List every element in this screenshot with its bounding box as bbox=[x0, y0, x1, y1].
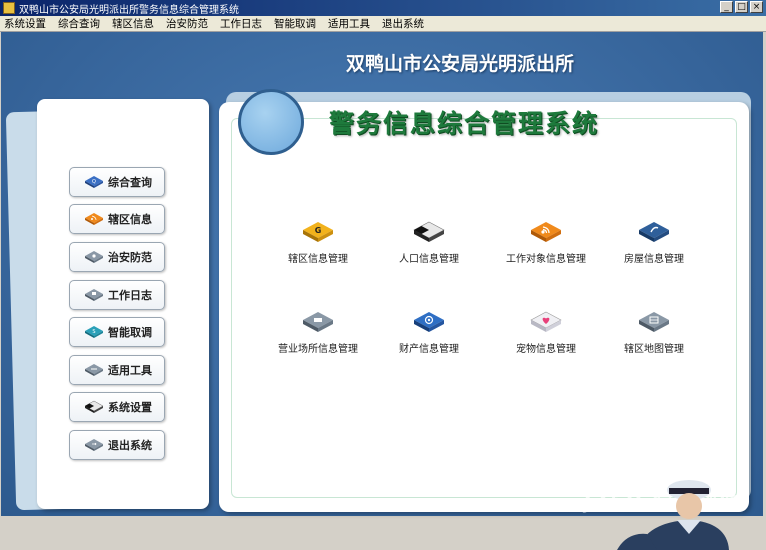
sidebar-item-general-query[interactable]: Q 综合查询 bbox=[69, 167, 165, 197]
sidebar-item-label: 综合查询 bbox=[108, 176, 152, 189]
window-title: 双鸭山市公安局光明派出所警务信息综合管理系统 bbox=[19, 4, 239, 16]
menu-bar: 系统设置 综合查询 辖区信息 治安防范 工作日志 智能取调 适用工具 退出系统 bbox=[0, 16, 766, 32]
module-label: 人口信息管理 bbox=[399, 254, 459, 265]
settings-icon bbox=[84, 400, 104, 414]
map-icon bbox=[637, 310, 671, 334]
tools-icon bbox=[84, 363, 104, 377]
sidebar-item-label: 系统设置 bbox=[108, 401, 152, 414]
security-icon bbox=[84, 250, 104, 264]
system-title: 警务信息综合管理系统 bbox=[329, 109, 600, 138]
window-controls: _ □ × bbox=[720, 1, 763, 13]
module-label: 营业场所信息管理 bbox=[278, 344, 358, 355]
menu-district-info[interactable]: 辖区信息 bbox=[106, 16, 160, 31]
svg-text:G: G bbox=[315, 226, 322, 235]
menu-work-log[interactable]: 工作日志 bbox=[214, 16, 268, 31]
app-icon bbox=[3, 2, 15, 14]
pet-icon bbox=[529, 310, 563, 334]
smart-icon: S bbox=[84, 325, 104, 339]
property-icon bbox=[412, 310, 446, 334]
module-label: 房屋信息管理 bbox=[624, 254, 684, 265]
module-label: 财产信息管理 bbox=[399, 344, 459, 355]
module-district-map[interactable]: 辖区地图管理 bbox=[599, 310, 709, 360]
module-label: 工作对象信息管理 bbox=[506, 254, 586, 265]
sidebar-item-label: 工作日志 bbox=[108, 289, 152, 302]
maximize-button[interactable]: □ bbox=[735, 1, 748, 13]
menu-general-query[interactable]: 综合查询 bbox=[52, 16, 106, 31]
district-icon: G bbox=[301, 220, 335, 244]
module-population-info[interactable]: 人口信息管理 bbox=[374, 220, 484, 270]
log-icon bbox=[84, 288, 104, 302]
main-area: 双鸭山市公安局光明派出所 Q 综合查询 辖区信息 治安防范 工作日志 S 智能取… bbox=[1, 32, 763, 550]
menu-system-settings[interactable]: 系统设置 bbox=[0, 16, 52, 31]
house-icon bbox=[637, 220, 671, 244]
sidebar-item-system-settings[interactable]: 系统设置 bbox=[69, 392, 165, 422]
module-label: 辖区地图管理 bbox=[624, 344, 684, 355]
svg-text:Q: Q bbox=[92, 179, 96, 185]
minimize-button[interactable]: _ bbox=[720, 1, 733, 13]
sidebar-item-label: 退出系统 bbox=[108, 439, 152, 452]
rss-icon bbox=[84, 212, 104, 226]
module-panel: G 辖区信息管理 人口信息管理 工作对象信息管理 房屋信息管理 营业场所信息管理… bbox=[219, 102, 749, 512]
menu-exit[interactable]: 退出系统 bbox=[376, 16, 430, 31]
module-venue-info[interactable]: 营业场所信息管理 bbox=[263, 310, 373, 360]
module-property-info[interactable]: 财产信息管理 bbox=[374, 310, 484, 360]
venue-icon bbox=[301, 310, 335, 334]
module-pet-info[interactable]: 宠物信息管理 bbox=[491, 310, 601, 360]
app-window: 双鸭山市公安局光明派出所警务信息综合管理系统 _ □ × 系统设置 综合查询 辖… bbox=[0, 0, 766, 550]
sidebar-item-district-info[interactable]: 辖区信息 bbox=[69, 204, 165, 234]
sidebar-item-label: 治安防范 bbox=[108, 251, 152, 264]
sidebar-item-smart-retrieval[interactable]: S 智能取调 bbox=[69, 317, 165, 347]
sidebar-item-exit[interactable]: 退出系统 bbox=[69, 430, 165, 460]
close-button[interactable]: × bbox=[750, 1, 763, 13]
module-house-info[interactable]: 房屋信息管理 bbox=[599, 220, 709, 270]
module-work-target-info[interactable]: 工作对象信息管理 bbox=[491, 220, 601, 270]
sidebar-item-label: 适用工具 bbox=[108, 364, 152, 377]
exit-icon bbox=[84, 438, 104, 452]
police-officer-illustration bbox=[617, 480, 729, 550]
sidebar-item-label: 辖区信息 bbox=[108, 213, 152, 226]
station-title: 双鸭山市公安局光明派出所 bbox=[346, 53, 575, 75]
population-icon bbox=[412, 220, 446, 244]
menu-tools[interactable]: 适用工具 bbox=[322, 16, 376, 31]
module-district-info[interactable]: G 辖区信息管理 bbox=[263, 220, 373, 270]
sidebar-item-public-security[interactable]: 治安防范 bbox=[69, 242, 165, 272]
decorative-circle bbox=[238, 89, 304, 155]
query-icon: Q bbox=[84, 175, 104, 189]
svg-text:S: S bbox=[92, 329, 95, 335]
sidebar-item-work-log[interactable]: 工作日志 bbox=[69, 280, 165, 310]
title-bar: 双鸭山市公安局光明派出所警务信息综合管理系统 _ □ × bbox=[0, 0, 766, 16]
module-panel-border bbox=[231, 118, 737, 498]
rss-icon bbox=[529, 220, 563, 244]
sidebar: Q 综合查询 辖区信息 治安防范 工作日志 S 智能取调 适用工具 系统设置 退… bbox=[37, 99, 209, 509]
menu-public-security[interactable]: 治安防范 bbox=[160, 16, 214, 31]
module-label: 宠物信息管理 bbox=[516, 344, 576, 355]
sidebar-item-label: 智能取调 bbox=[108, 326, 152, 339]
sidebar-item-tools[interactable]: 适用工具 bbox=[69, 355, 165, 385]
module-label: 辖区信息管理 bbox=[288, 254, 348, 265]
menu-smart-retrieval[interactable]: 智能取调 bbox=[268, 16, 322, 31]
